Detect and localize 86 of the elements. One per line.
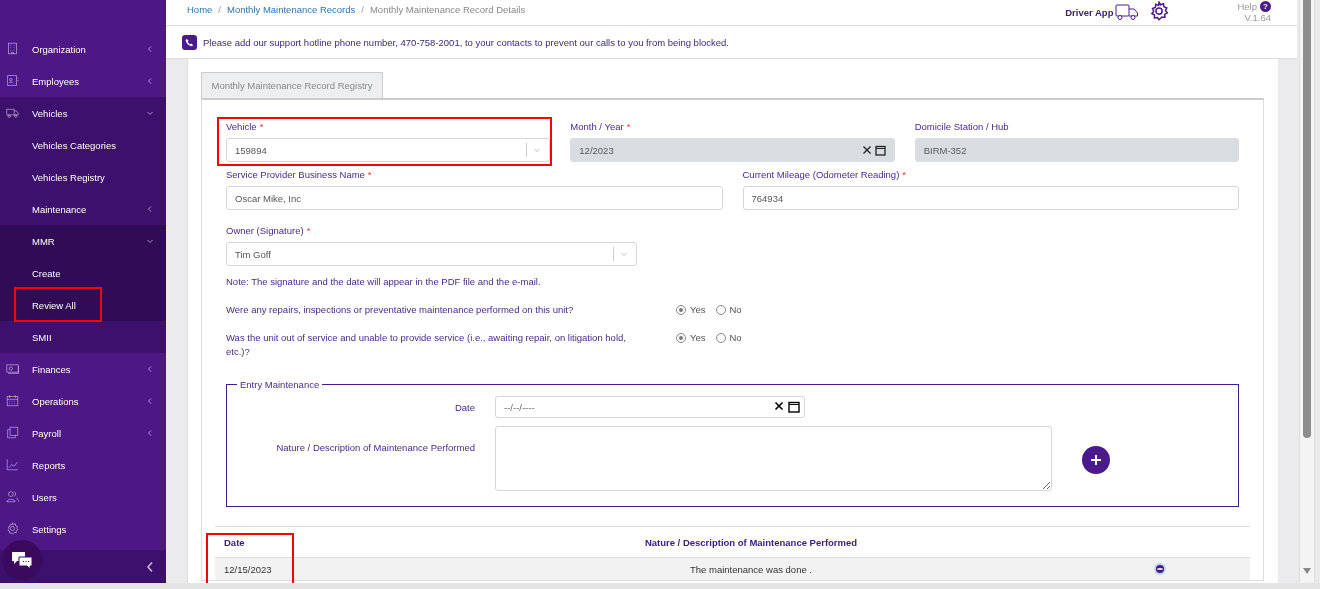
menu-item[interactable]: MMR xyxy=(0,225,166,257)
note-text: Note: The signature and the date will appear in the PDF file and the e-mail. xyxy=(226,276,542,287)
menu-item[interactable]: Vehicles xyxy=(0,97,166,129)
required-mark: * xyxy=(902,169,907,180)
menu-item[interactable]: Vehicles Registry xyxy=(0,161,166,193)
calendar-icon[interactable] xyxy=(788,401,800,413)
remove-button[interactable] xyxy=(1154,563,1166,575)
question-text: Were any repairs, inspections or preventative maintenance performed on this unit? xyxy=(226,303,575,317)
scrollbar[interactable] xyxy=(1299,0,1315,583)
truck-icon xyxy=(6,106,19,119)
minus-icon xyxy=(1157,566,1163,572)
input-field[interactable]: 764934 xyxy=(742,186,1239,210)
id-card-icon xyxy=(6,74,19,87)
table-cell-text: The maintenance was done . xyxy=(689,563,813,575)
field-label: Month / Year xyxy=(570,121,624,132)
radio-button[interactable] xyxy=(676,305,686,315)
scrollbar-thumb[interactable] xyxy=(1303,0,1311,438)
users-icon xyxy=(6,490,19,503)
chat-icon xyxy=(11,551,33,569)
required-mark: * xyxy=(259,121,264,132)
menu-item[interactable]: Vehicles Categories xyxy=(0,129,166,161)
phone-icon xyxy=(182,34,197,50)
required-mark: * xyxy=(367,169,372,180)
column-header: Nature / Description of Maintenance Performed xyxy=(643,536,859,548)
chevron-icon xyxy=(533,146,542,154)
radio-button[interactable] xyxy=(715,333,726,343)
menu-item[interactable]: SMII xyxy=(0,321,166,353)
field-label: Current Mileage (Odometer Reading) xyxy=(742,169,900,180)
radio-button[interactable] xyxy=(715,305,726,315)
menu-item[interactable]: Operations xyxy=(0,385,166,417)
breadcrumb-link[interactable]: Home xyxy=(187,4,213,15)
fieldset-legend: Entry Maintenance xyxy=(237,379,323,390)
help-icon[interactable]: ? xyxy=(1260,1,1271,12)
required-mark: * xyxy=(626,121,631,132)
gear-icon xyxy=(6,522,19,535)
breadcrumb-current: Monthly Maintenance Record Details xyxy=(369,4,526,15)
radio-button[interactable] xyxy=(676,333,686,343)
chart-icon xyxy=(6,458,19,471)
dropdown[interactable]: 159894 xyxy=(226,138,551,162)
scroll-down-icon[interactable] xyxy=(1303,568,1311,574)
truck-icon[interactable] xyxy=(1115,3,1140,21)
required-mark: * xyxy=(306,225,311,236)
menu-item[interactable]: Reports xyxy=(0,449,166,481)
calendar-icon xyxy=(6,394,19,407)
plus-icon xyxy=(1090,454,1102,466)
radio-label[interactable]: Yes xyxy=(690,303,706,317)
breadcrumb-separator: / xyxy=(361,4,364,15)
breadcrumb-link[interactable]: Monthly Maintenance Records xyxy=(227,4,356,15)
menu-item[interactable]: Payroll xyxy=(0,417,166,449)
add-button[interactable] xyxy=(1082,446,1110,474)
table-cell-text: 12/15/2023 xyxy=(223,563,273,575)
column-header: Date xyxy=(223,536,246,548)
menu-item[interactable]: Review All xyxy=(0,289,166,321)
menu-item[interactable]: Employees xyxy=(0,65,166,97)
menu-item[interactable]: Maintenance xyxy=(0,193,166,225)
menu-item[interactable]: Settings xyxy=(0,513,166,545)
settings-icon[interactable] xyxy=(1149,1,1170,21)
dropdown[interactable]: Tim Goff xyxy=(226,242,637,266)
input-field[interactable]: Oscar Mike, Inc xyxy=(226,186,723,210)
field-label: Owner (Signature) xyxy=(226,225,304,236)
description-field[interactable] xyxy=(495,426,1052,491)
driver-app-link[interactable]: Driver App xyxy=(1065,6,1114,18)
menu-item[interactable]: Organization xyxy=(0,33,166,65)
radio-label[interactable]: Yes xyxy=(690,331,706,345)
field-label: Domicile Station / Hub xyxy=(914,121,1009,132)
field-label: Vehicle xyxy=(226,121,257,132)
chevron-icon xyxy=(620,250,628,258)
radio-label[interactable]: No xyxy=(729,331,742,345)
money-icon xyxy=(6,362,19,375)
version-label: V.1.64 xyxy=(1244,12,1271,23)
notice-text: Please add our support hotline phone number, 470-758-2001, to your contacts to prevent our calls to you from being blocked. xyxy=(203,36,729,48)
field-label: Service Provider Business Name xyxy=(226,169,365,180)
menu-item[interactable]: Users xyxy=(0,481,166,513)
copy-icon xyxy=(6,426,19,439)
clear-icon[interactable] xyxy=(774,401,784,411)
collapse-icon[interactable] xyxy=(146,560,154,573)
menu-item[interactable]: Create xyxy=(0,257,166,289)
building-icon xyxy=(6,42,19,55)
menu-item[interactable]: Finances xyxy=(0,353,166,385)
field-label: Date xyxy=(453,401,475,413)
radio-label[interactable]: No xyxy=(729,303,742,317)
breadcrumb-separator: / xyxy=(218,4,221,15)
field-label: Nature / Description of Maintenance Performed xyxy=(275,441,475,453)
question-text: Was the unit out of service and unable to provide service (i.e., awaiting repair, on litigation hold, etc.)? xyxy=(226,331,627,359)
date-field[interactable]: --/--/---- xyxy=(495,396,805,418)
chat-button[interactable] xyxy=(2,540,42,580)
